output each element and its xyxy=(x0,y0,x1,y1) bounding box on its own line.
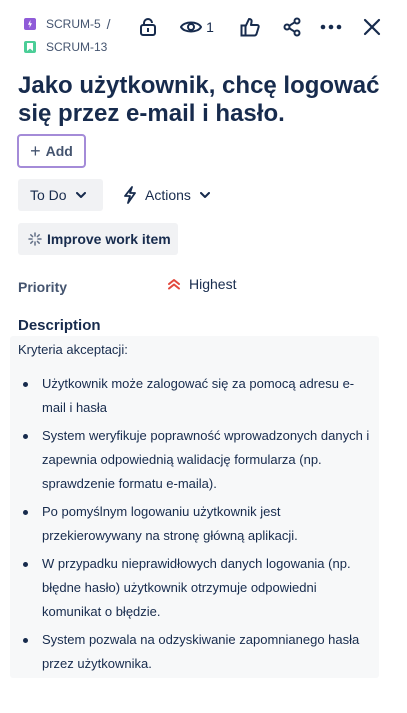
priority-highest-icon xyxy=(168,279,180,290)
watch-count: 1 xyxy=(206,19,214,35)
status-dropdown[interactable]: To Do xyxy=(18,179,103,211)
eye-icon xyxy=(180,21,203,33)
list-item: System weryfikuje poprawność wprowadzony… xyxy=(20,424,372,496)
sparkle-icon xyxy=(28,232,42,246)
story-icon xyxy=(24,41,36,53)
breadcrumb-parent[interactable]: SCRUM-5 / xyxy=(24,16,111,32)
epic-icon xyxy=(24,18,36,30)
breadcrumb-parent-key[interactable]: SCRUM-5 xyxy=(46,17,101,31)
breadcrumb-separator: / xyxy=(106,16,111,32)
description-heading: Description xyxy=(18,317,101,334)
breadcrumb-current[interactable]: SCRUM-13 xyxy=(24,40,107,54)
actions-label: Actions xyxy=(145,187,191,203)
more-icon xyxy=(320,24,342,30)
lightning-bolt-icon xyxy=(124,186,136,204)
watch-button[interactable]: 1 xyxy=(178,14,216,40)
add-button[interactable]: + Add xyxy=(17,134,86,168)
like-button[interactable] xyxy=(238,14,262,40)
priority-field[interactable]: Highest xyxy=(167,275,236,293)
share-button[interactable] xyxy=(280,14,304,40)
improve-work-item-button[interactable]: Improve work item xyxy=(18,223,178,255)
actions-dropdown[interactable]: Actions xyxy=(118,179,210,211)
description-editor[interactable]: Kryteria akceptacji: Użytkownik może zal… xyxy=(10,336,379,678)
list-item: Po pomyślnym logowaniu użytkownik jest p… xyxy=(20,500,372,548)
acceptance-criteria-list: Użytkownik może zalogować się za pomocą … xyxy=(20,372,372,680)
plus-icon: + xyxy=(30,140,41,161)
priority-value: Highest xyxy=(189,276,237,292)
breadcrumb-current-key[interactable]: SCRUM-13 xyxy=(46,40,107,54)
improve-label: Improve work item xyxy=(47,231,171,247)
issue-title[interactable]: Jako użytkownik, chcę logować się przez … xyxy=(18,72,388,128)
more-actions-button[interactable] xyxy=(318,14,344,40)
close-icon xyxy=(363,18,381,36)
chevron-down-icon xyxy=(75,192,86,198)
chevron-down-icon xyxy=(199,192,210,198)
list-item: W przypadku nieprawidłowych danych logow… xyxy=(20,552,372,624)
add-button-label: Add xyxy=(45,143,73,159)
issue-header-bar: SCRUM-5 / SCRUM-13 1 xyxy=(0,0,407,64)
share-icon xyxy=(283,17,301,37)
description-intro: Kryteria akceptacji: xyxy=(18,342,128,357)
close-button[interactable] xyxy=(360,14,384,40)
status-label: To Do xyxy=(30,187,67,203)
lock-icon xyxy=(140,18,156,36)
lock-button[interactable] xyxy=(136,14,160,40)
thumbs-up-icon xyxy=(240,18,260,37)
priority-label: Priority xyxy=(18,279,68,295)
list-item: Użytkownik może zalogować się za pomocą … xyxy=(20,372,372,420)
list-item: System pozwala na odzyskiwanie zapomnian… xyxy=(20,628,372,676)
